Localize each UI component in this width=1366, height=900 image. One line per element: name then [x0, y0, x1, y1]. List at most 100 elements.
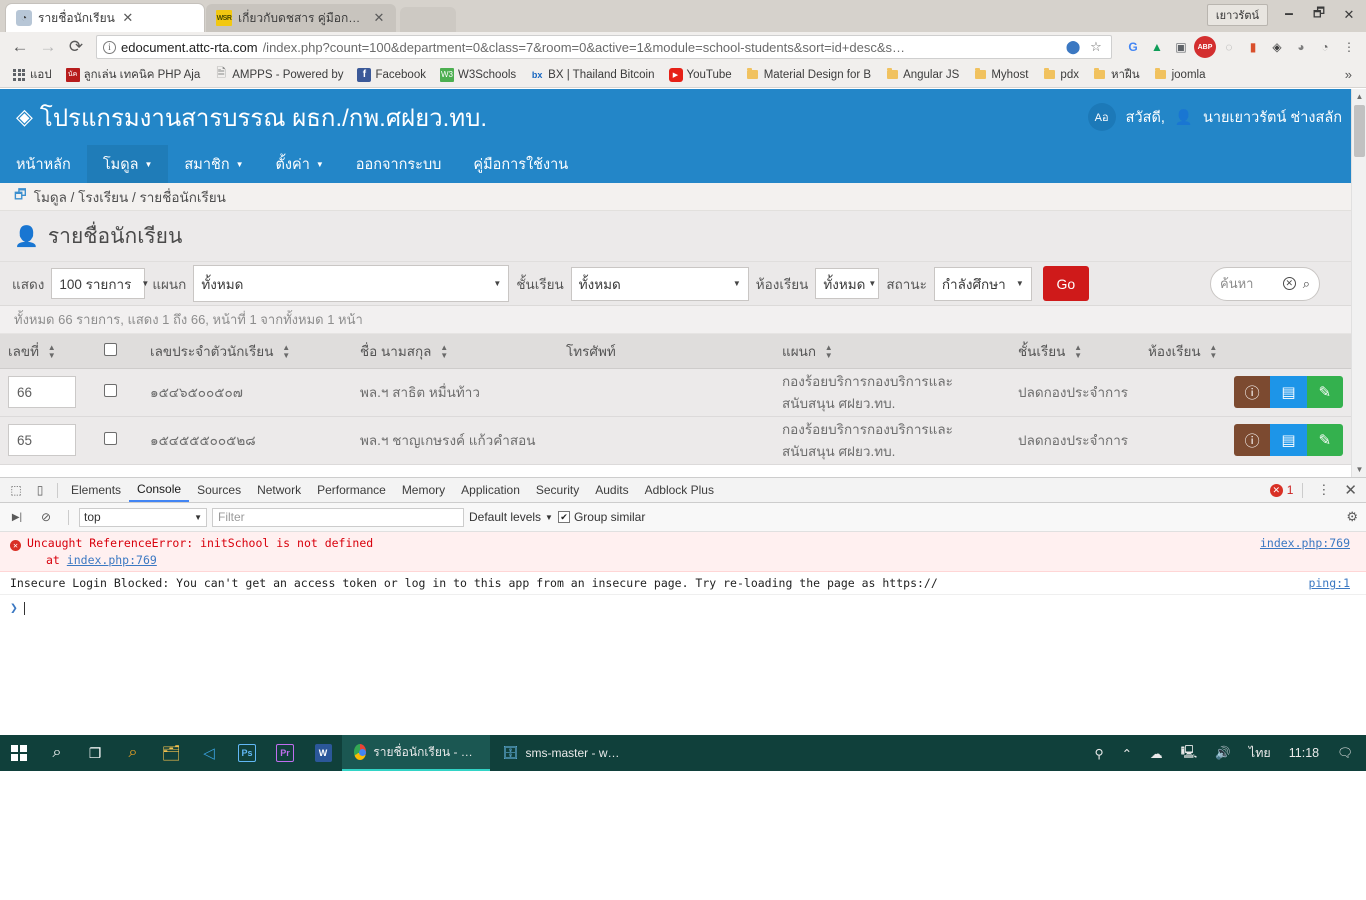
clear-console-icon[interactable]: ⊘	[34, 506, 58, 528]
nav-item-module[interactable]: โมดูล ▼	[86, 145, 169, 183]
bookmark-folder-hadin[interactable]: หาฝืน	[1087, 64, 1146, 86]
bookmark-star-icon[interactable]: ☆	[1087, 39, 1105, 55]
breadcrumb-text[interactable]: โมดูล / โรงเรียน / รายชื่อนักเรียน	[34, 186, 226, 208]
nav-item-member[interactable]: สมาชิก ▼	[168, 145, 259, 183]
taskbar-window-ftp[interactable]: 🗄 sms-master - www.at...	[490, 735, 638, 771]
info-button[interactable]: ⓘ	[1234, 376, 1271, 408]
address-bar[interactable]: i edocument.attc-rta.com /index.php?coun…	[96, 35, 1112, 59]
inspect-element-icon[interactable]: ⬚	[4, 479, 28, 501]
back-icon[interactable]: ←	[6, 33, 34, 61]
tab-close-icon[interactable]: ✕	[372, 10, 386, 26]
bookmark-apps[interactable]: แอป	[6, 64, 58, 86]
close-window-icon[interactable]: ✕	[1334, 2, 1364, 28]
photoshop-icon[interactable]: Ps	[228, 735, 266, 771]
nav-item-settings[interactable]: ตั้งค่า ▼	[260, 145, 340, 183]
nav-item-logout[interactable]: ออกจากระบบ	[340, 145, 458, 183]
seq-input[interactable]	[8, 424, 76, 456]
bookmark-folder-pdx[interactable]: pdx	[1036, 66, 1085, 84]
page-scrollbar[interactable]: ▲ ▼	[1351, 89, 1366, 477]
screenshot-extension-icon[interactable]: ▣	[1170, 36, 1192, 58]
google-drive-extension-icon[interactable]: ▲	[1146, 36, 1168, 58]
bookmark-php[interactable]: นัค ลูกเล่น เทคนิค PHP Aja	[60, 64, 207, 86]
console-source-link[interactable]: index.php:769	[1260, 536, 1350, 550]
bookmark-folder-myhost[interactable]: Myhost	[967, 66, 1034, 84]
vscode-icon[interactable]: ◁	[190, 735, 228, 771]
tab-close-icon[interactable]: ✕	[121, 10, 135, 26]
column-header-seq[interactable]: เลขที่ ▲ ▼	[0, 334, 96, 369]
devtools-tab-network[interactable]: Network	[249, 478, 309, 502]
people-icon[interactable]: ⚲	[1086, 735, 1113, 771]
app-brand[interactable]: ◈ โปรแกรมงานสารบรรณ ผธก./กพ.ศฝยว.ทบ.	[16, 98, 487, 137]
column-header-room[interactable]: ห้องเรียน ▲ ▼	[1140, 334, 1226, 369]
stack-source-link[interactable]: index.php:769	[67, 553, 157, 567]
user-name[interactable]: นายเยาวรัตน์ ช่างสลัก	[1203, 106, 1342, 129]
search-input[interactable]: ค้นหา	[1220, 273, 1276, 294]
onedrive-icon[interactable]: ☁	[1141, 735, 1172, 771]
window-user-label[interactable]: เยาวรัตน์	[1206, 4, 1268, 26]
row-checkbox[interactable]	[104, 432, 117, 445]
nav-item-manual[interactable]: คู่มือการใช้งาน	[457, 145, 584, 183]
browser-tab-1[interactable]: WSR เกี่ยวกับดชสาร คู่มือการ์ใช้งา ✕	[206, 4, 396, 32]
show-hidden-icons[interactable]: ⌃	[1113, 735, 1141, 771]
lastpass-extension-icon[interactable]: ▮	[1242, 36, 1264, 58]
adblock-plus-extension-icon[interactable]: ABP	[1194, 36, 1216, 58]
bookmark-ampps[interactable]: 🗎 AMPPS - Powered by	[208, 66, 349, 84]
cortana-icon[interactable]: ⌕	[114, 735, 152, 771]
language-badge[interactable]: Aอ	[1087, 103, 1116, 131]
scroll-up-icon[interactable]: ▲	[1352, 89, 1366, 104]
select-all-checkbox[interactable]	[104, 342, 117, 356]
column-header-student-id[interactable]: เลขประจำตัวนักเรียน ▲ ▼	[142, 334, 352, 369]
gear-icon[interactable]: ⚙	[1346, 509, 1358, 525]
clock[interactable]: 11:18	[1280, 735, 1328, 771]
column-header-name[interactable]: ชื่อ นามสกุล ▲ ▼	[352, 334, 558, 369]
department-select[interactable]: ทั้งหมด ▼	[193, 265, 510, 302]
devtools-tab-console[interactable]: Console	[129, 478, 190, 502]
chrome-menu-icon[interactable]: ⋮	[1338, 36, 1360, 58]
bookmark-folder-angular[interactable]: Angular JS	[879, 66, 965, 84]
bookmark-folder-material[interactable]: Material Design for B	[740, 66, 877, 84]
bookmark-facebook[interactable]: f Facebook	[351, 66, 432, 84]
volume-icon[interactable]: 🔊	[1206, 735, 1240, 771]
clear-search-icon[interactable]: ✕	[1282, 277, 1296, 290]
go-button[interactable]: Go	[1042, 266, 1089, 301]
reload-icon[interactable]: ⟳	[62, 33, 90, 61]
forward-icon[interactable]: →	[34, 33, 62, 61]
sort-icon[interactable]: ▲ ▼	[1209, 344, 1217, 360]
nav-item-home[interactable]: หน้าหลัก	[0, 145, 87, 183]
search-icon[interactable]: ⌕	[1303, 276, 1310, 292]
bookmark-folder-joomla[interactable]: joomla	[1148, 66, 1212, 84]
edit-button[interactable]: ✎	[1306, 376, 1343, 408]
action-center-icon[interactable]: 🗨	[1328, 735, 1362, 771]
page-size-select[interactable]: 100 รายการ ▼	[51, 268, 149, 299]
bookmark-youtube[interactable]: ▶ YouTube	[663, 66, 738, 84]
devtools-close-icon[interactable]: ✕	[1339, 481, 1362, 499]
search-box[interactable]: ค้นหา ✕ ⌕	[1210, 266, 1320, 301]
taskbar-search-icon[interactable]: ⌕	[38, 735, 76, 771]
devtools-tab-security[interactable]: Security	[528, 478, 587, 502]
bookmark-bx[interactable]: bx BX | Thailand Bitcoin	[524, 66, 660, 84]
devtools-tab-adblock-plus[interactable]: Adblock Plus	[637, 478, 722, 502]
sort-icon[interactable]: ▲ ▼	[48, 344, 56, 360]
devtools-tab-application[interactable]: Application	[453, 478, 528, 502]
seq-input[interactable]	[8, 376, 76, 408]
edit-button[interactable]: ✎	[1306, 424, 1343, 456]
console-levels-select[interactable]: Default levels ▼	[469, 510, 553, 524]
devtools-tab-sources[interactable]: Sources	[189, 478, 249, 502]
task-view-icon[interactable]: ❐	[76, 735, 114, 771]
password-manager-extension-icon[interactable]: ◈	[1266, 36, 1288, 58]
stats-extension-icon[interactable]: ◔	[1314, 36, 1336, 58]
minimize-icon[interactable]: 🗕	[1274, 2, 1304, 28]
scrollbar-thumb[interactable]	[1354, 105, 1365, 157]
loading-extension-icon[interactable]: ◌	[1218, 36, 1240, 58]
premiere-icon[interactable]: Pr	[266, 735, 304, 771]
bookmark-w3schools[interactable]: W3 W3Schools	[434, 66, 522, 84]
column-header-department[interactable]: แผนก ▲ ▼	[774, 334, 1010, 369]
detail-button[interactable]: ▤	[1270, 424, 1307, 456]
balloon-extension-icon[interactable]: ◕	[1290, 36, 1312, 58]
devtools-tab-audits[interactable]: Audits	[587, 478, 636, 502]
console-message-warning[interactable]: Insecure Login Blocked: You can't get an…	[0, 572, 1366, 595]
translate-icon[interactable]: ⬤	[1064, 39, 1082, 55]
bookmarks-overflow-icon[interactable]: »	[1337, 67, 1360, 82]
network-icon[interactable]: 🖳	[1172, 735, 1207, 771]
column-header-select-all[interactable]	[96, 334, 142, 369]
